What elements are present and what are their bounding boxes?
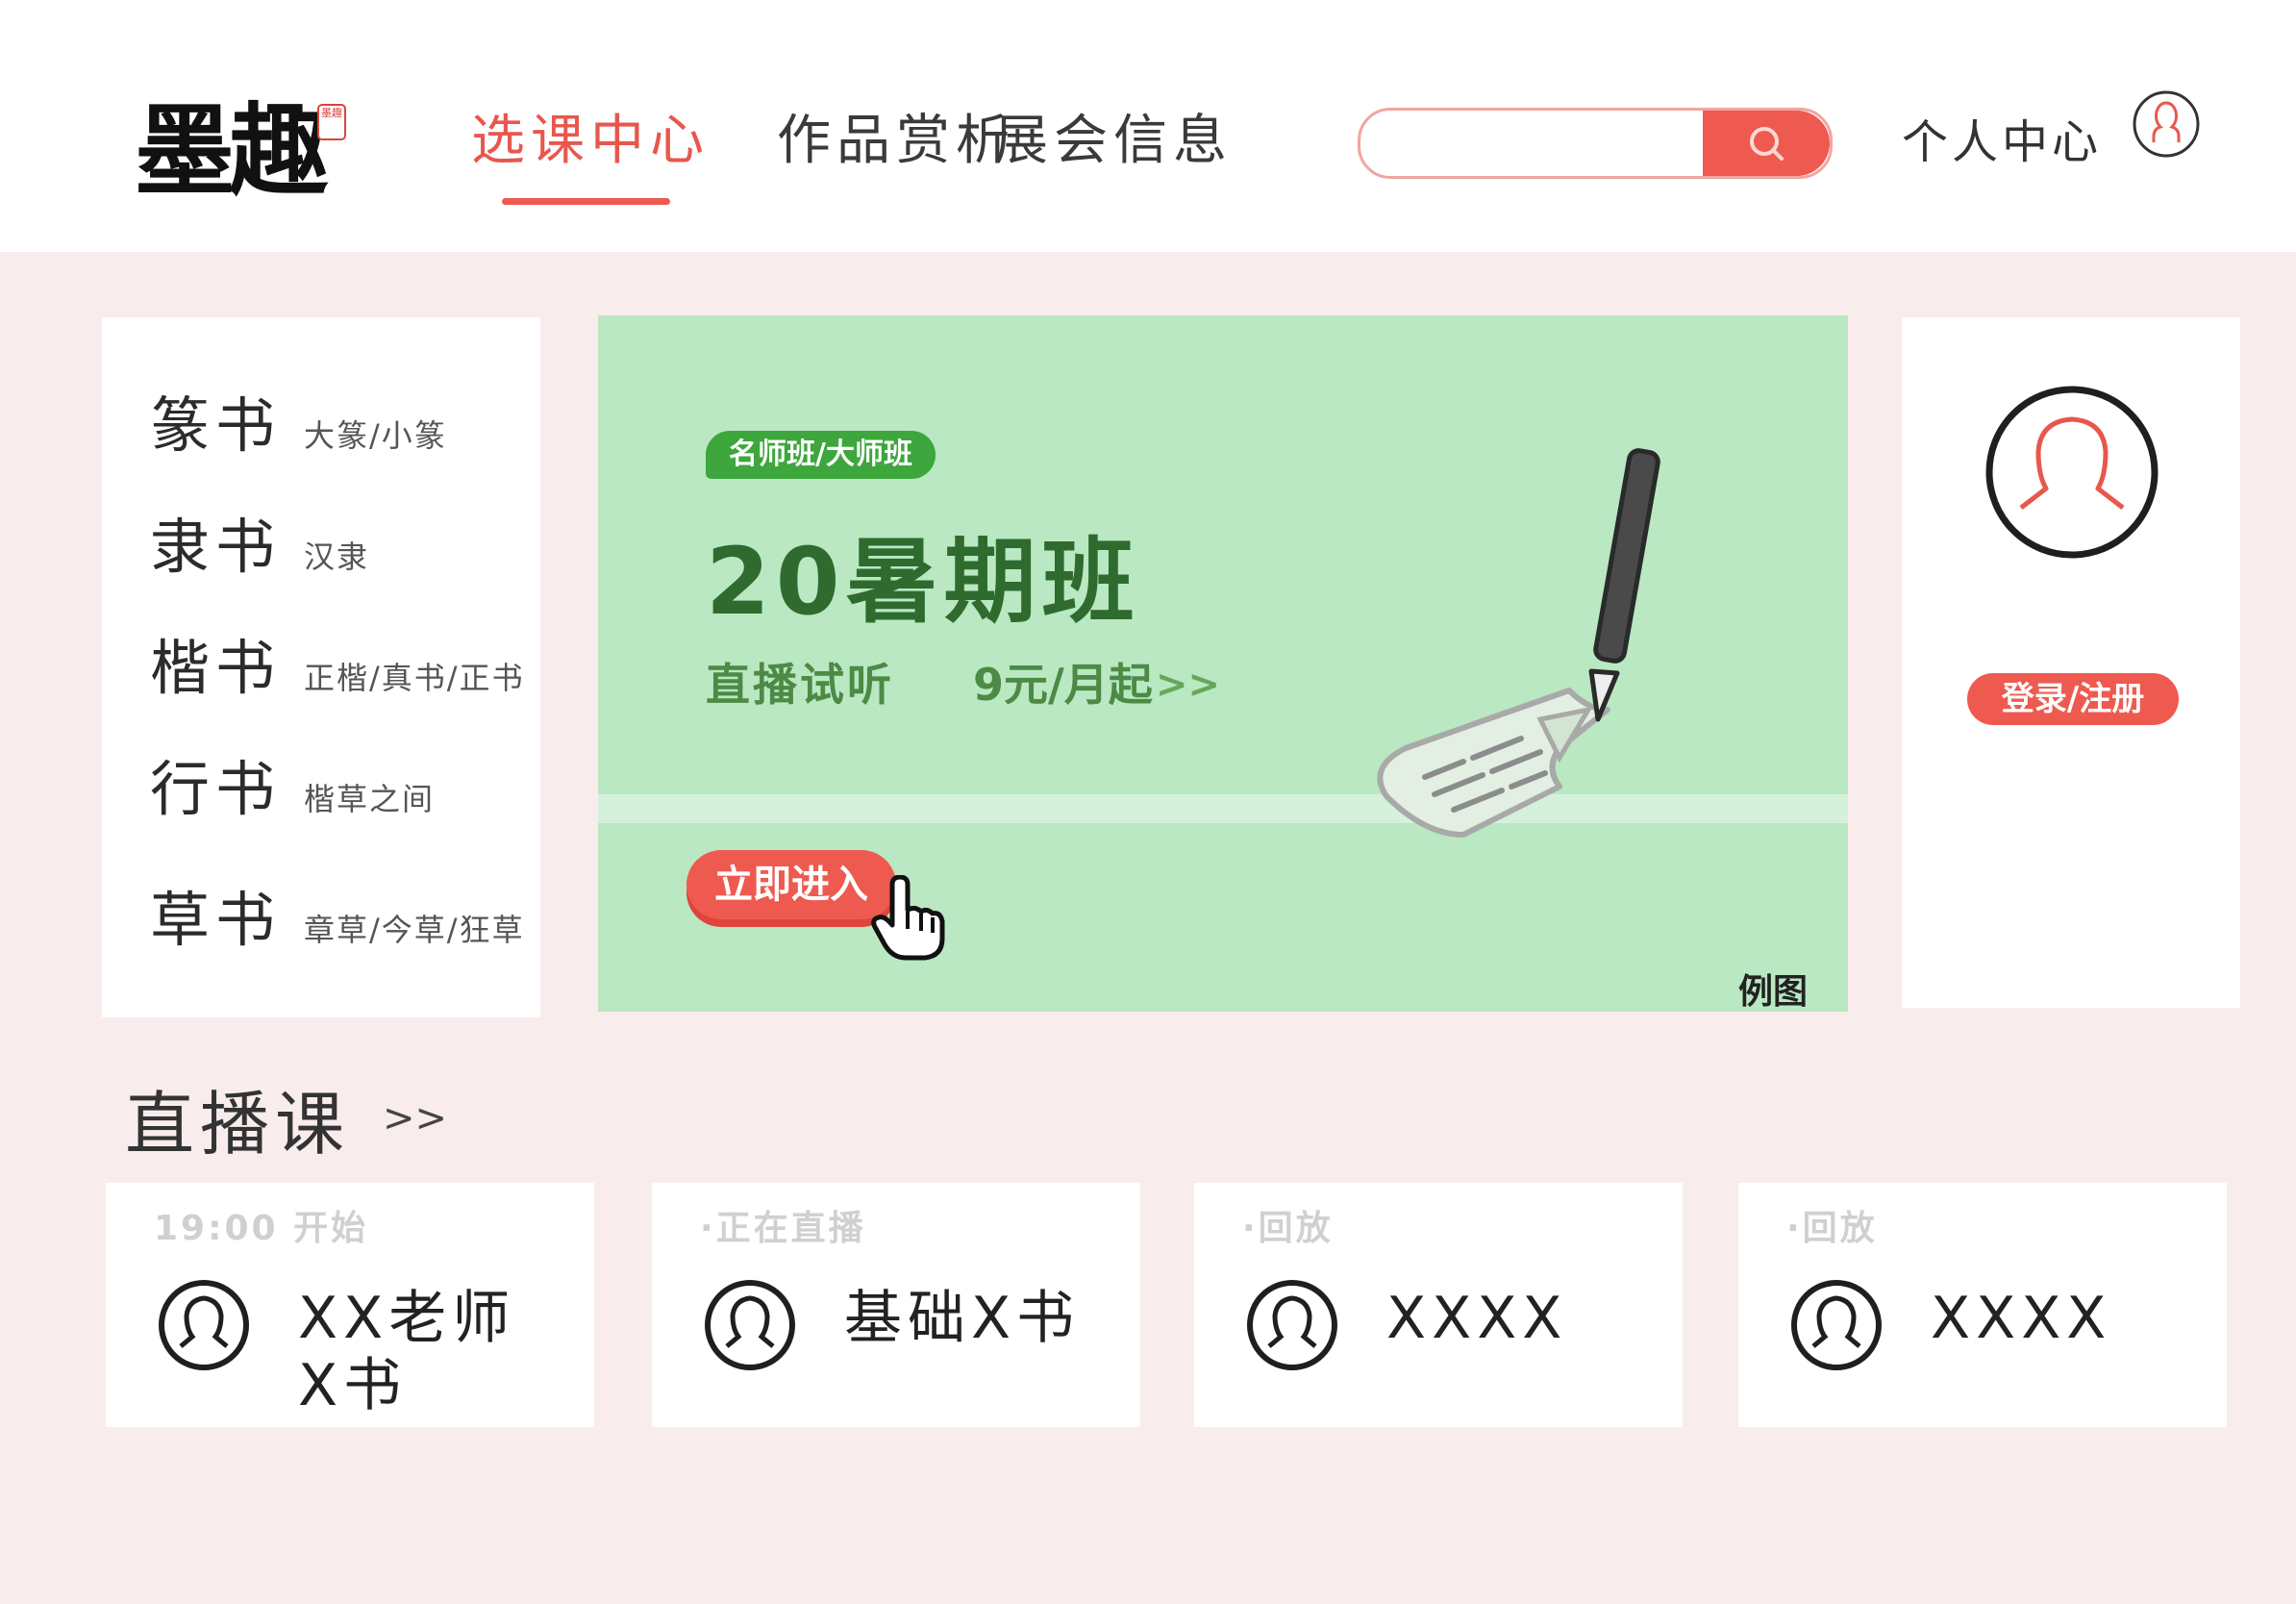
category-item-kaishu[interactable]: 楷书 正楷/真书/正书 [150, 619, 525, 706]
banner-price: 9元/月起 [973, 659, 1153, 711]
category-subtypes: 汉隶 [304, 539, 370, 575]
course-status: ·正在直播 [700, 1209, 866, 1248]
category-name: 行书 [150, 754, 282, 824]
teacher-avatar-icon [159, 1280, 249, 1370]
category-subtypes: 章草/今草/狂草 [304, 912, 525, 948]
category-item-zhuanshu[interactable]: 篆书 大篆/小篆 [150, 377, 447, 464]
search-button[interactable] [1703, 111, 1830, 176]
paper-icon [1377, 688, 1610, 838]
logo-seal: 墨趣 [317, 104, 346, 140]
category-name: 草书 [150, 885, 282, 955]
live-courses-title: 直播课 [125, 1084, 351, 1165]
category-item-lishu[interactable]: 隶书 汉隶 [150, 498, 369, 585]
login-panel: 登录/注册 [1902, 317, 2240, 1008]
calligraphy-category-panel: 篆书 大篆/小篆 隶书 汉隶 楷书 正楷/真书/正书 行书 楷草之间 草书 章草… [102, 317, 540, 1017]
login-register-button[interactable]: 登录/注册 [1967, 673, 2179, 725]
course-name: XXXX [1931, 1285, 2112, 1352]
banner-more-arrow[interactable]: >> [1156, 656, 1220, 714]
category-subtypes: 楷草之间 [304, 781, 436, 817]
course-status: ·回放 [1786, 1209, 1878, 1248]
promo-banner[interactable]: 名师班/大师班 20暑期班 直播试听 9元/月起 >> 立即进入 例图 [598, 315, 1848, 1012]
banner-subtitle: 直播试听 [706, 659, 894, 711]
banner-title: 20暑期班 [706, 528, 1140, 636]
logo[interactable]: 墨趣 墨趣 [135, 88, 356, 213]
course-name: XXXX [1386, 1285, 1568, 1352]
category-subtypes: 正楷/真书/正书 [304, 660, 525, 696]
live-course-card[interactable]: ·回放 XXXX [1738, 1183, 2227, 1427]
banner-tag: 名师班/大师班 [706, 431, 936, 479]
enter-now-button[interactable]: 立即进入 [686, 850, 896, 919]
search-input[interactable] [1380, 116, 1691, 168]
live-course-card[interactable]: ·回放 XXXX [1194, 1183, 1683, 1427]
hand-cursor-icon [871, 875, 945, 961]
personal-center-link[interactable]: 个人中心 [1902, 113, 2102, 171]
course-status: ·回放 [1242, 1209, 1334, 1248]
course-name: 基础X书 [844, 1285, 1081, 1352]
category-name: 楷书 [150, 633, 282, 703]
category-subtypes: 大篆/小篆 [304, 417, 447, 454]
live-course-card[interactable]: ·正在直播 基础X书 [652, 1183, 1140, 1427]
category-item-caoshu[interactable]: 草书 章草/今草/狂草 [150, 871, 525, 958]
search-bar [1358, 108, 1833, 179]
teacher-avatar-icon [1247, 1280, 1337, 1370]
sample-image-label: 例图 [1738, 972, 1809, 1012]
pen-and-paper-illustration [1377, 448, 1660, 838]
live-more-arrow[interactable]: >> [383, 1096, 447, 1140]
user-icon[interactable] [2131, 88, 2202, 160]
search-icon [1750, 127, 1784, 161]
teacher-avatar-icon [1791, 1280, 1882, 1370]
teacher-avatar-icon [705, 1280, 795, 1370]
nav-active-underline [502, 198, 670, 205]
user-avatar-icon [1985, 386, 2159, 559]
category-item-xingshu[interactable]: 行书 楷草之间 [150, 740, 435, 827]
course-name: XX老师X书 [298, 1285, 516, 1419]
nav-exhibition-info[interactable]: 展会信息 [994, 108, 1233, 175]
course-status: 19:00 开始 [154, 1209, 369, 1248]
category-name: 篆书 [150, 390, 282, 461]
live-course-card[interactable]: 19:00 开始 XX老师X书 [106, 1183, 594, 1427]
nav-works-appreciation[interactable]: 作品赏析 [777, 108, 1015, 175]
nav-course-center[interactable]: 选课中心 [471, 108, 710, 175]
pen-icon [1588, 448, 1660, 722]
category-name: 隶书 [150, 512, 282, 582]
